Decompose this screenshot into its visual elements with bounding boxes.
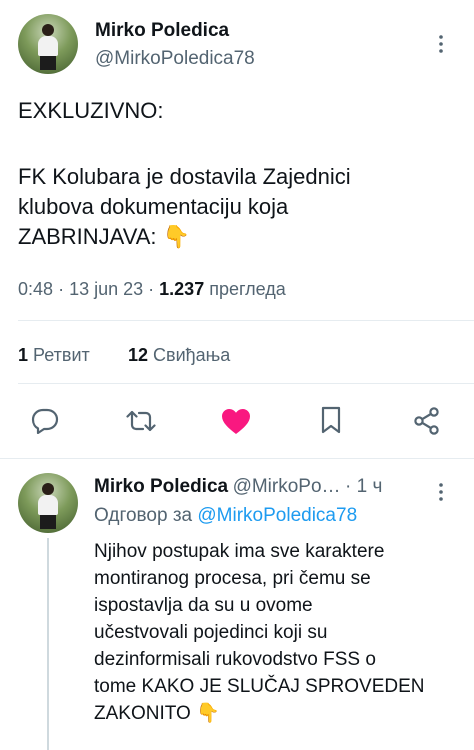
avatar[interactable]	[18, 14, 78, 74]
divider	[18, 320, 474, 321]
reply-header: Mirko Poledica @MirkoPo… · 1 ч	[94, 476, 383, 497]
share-icon[interactable]	[410, 406, 444, 436]
reply-author-handle[interactable]: @MirkoPo…	[233, 476, 341, 497]
reply-text: Njihov postupak ima sve karaktere montir…	[94, 538, 468, 727]
reply-to: Одговор за @MirkoPoledica78	[94, 505, 357, 527]
retweets-stat[interactable]: 1 Ретвит	[18, 345, 90, 366]
reply-prefix: Одговор за	[94, 505, 193, 526]
divider	[18, 383, 474, 384]
reply-avatar[interactable]	[18, 473, 78, 533]
more-icon[interactable]	[436, 34, 446, 54]
tweet-line: EXKLUZIVNO:	[18, 98, 164, 123]
author-handle[interactable]: @MirkoPoledica78	[95, 48, 255, 70]
reply-line: ZAKONITO 👇	[94, 703, 220, 724]
reply-line: ispostavlja da su u ovome	[94, 595, 313, 616]
reply-line: montiranog procesa, pri čemu se	[94, 568, 371, 589]
retweet-icon[interactable]	[124, 406, 158, 436]
tweet-time[interactable]: 0:48	[18, 279, 53, 299]
tweet-text: EXKLUZIVNO: FK Kolubara je dostavila Zaj…	[18, 96, 458, 252]
reply-line: tome KAKO JE SLUČAJ SPROVEDEN	[94, 676, 425, 697]
tweet-line: FK Kolubara je dostavila Zajednici	[18, 164, 351, 189]
views-label: прегледа	[209, 279, 286, 299]
author-name[interactable]: Mirko Poledica	[95, 20, 229, 42]
bookmark-icon[interactable]	[316, 404, 346, 436]
reply-time[interactable]: 1 ч	[357, 476, 383, 497]
tweet-line: ZABRINJAVA: 👇	[18, 224, 191, 249]
likes-count: 12	[128, 345, 149, 365]
views-count: 1.237	[159, 279, 205, 299]
reply-author-name[interactable]: Mirko Poledica	[94, 476, 228, 497]
divider	[0, 458, 474, 459]
likes-stat[interactable]: 12 Свиђања	[128, 345, 230, 366]
heart-icon[interactable]	[219, 406, 253, 436]
tweet-line: klubova dokumentaciju koja	[18, 194, 289, 219]
more-icon[interactable]	[436, 482, 446, 502]
retweets-count: 1	[18, 345, 29, 365]
reply-icon[interactable]	[28, 406, 62, 436]
retweets-label: Ретвит	[33, 345, 90, 365]
reply-to-link[interactable]: @MirkoPoledica78	[197, 505, 357, 526]
reply-line: učestvovali pojedinci koji su	[94, 622, 328, 643]
reply-line: Njihov postupak ima sve karaktere	[94, 541, 385, 562]
tweet-meta: 0:48 · 13 jun 23 · 1.237 прегледа	[18, 279, 286, 299]
reply-line: dezinformisali rukovodstvo FSS o	[94, 649, 376, 670]
likes-label: Свиђања	[153, 345, 231, 365]
tweet-date[interactable]: 13 jun 23	[69, 279, 143, 299]
thread-line	[47, 538, 49, 750]
